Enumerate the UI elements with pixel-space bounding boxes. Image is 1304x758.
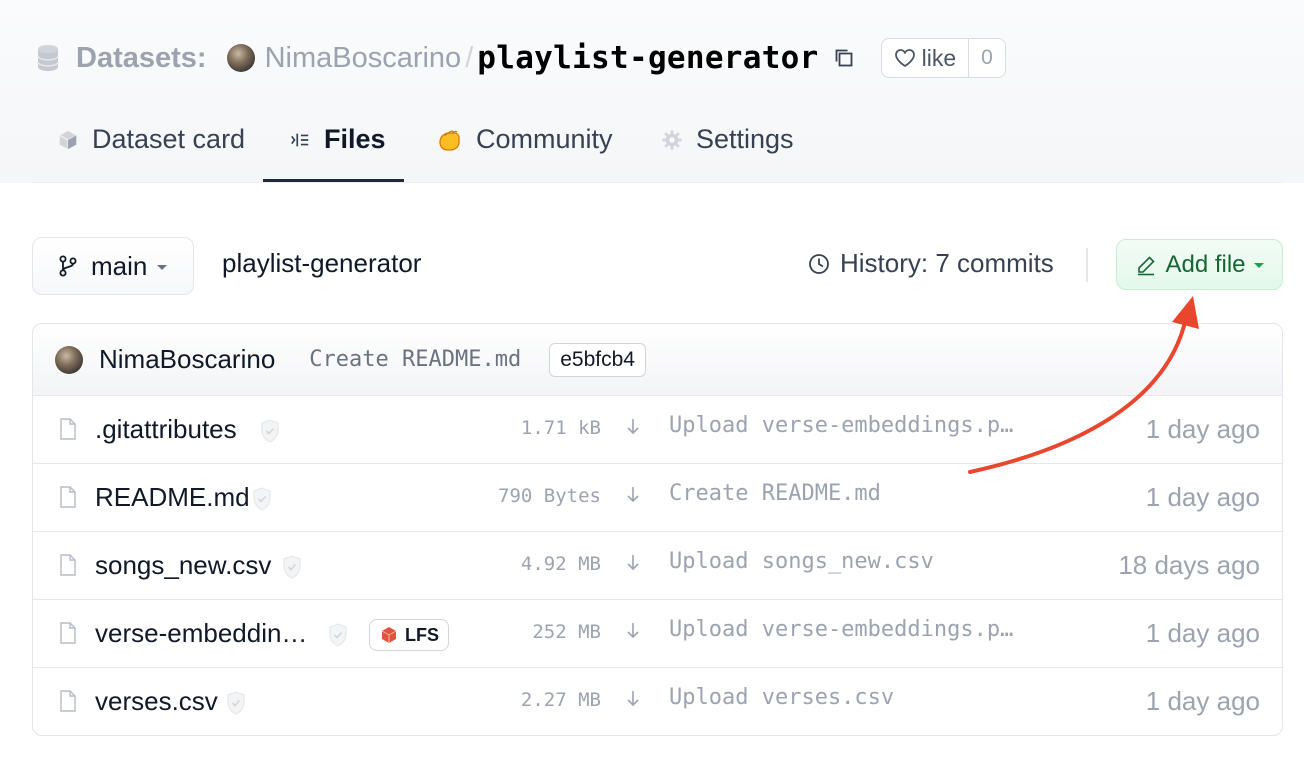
history-link[interactable]: History: 7 commits	[808, 248, 1054, 279]
commit-author-avatar[interactable]	[55, 345, 83, 374]
like-count[interactable]: 0	[968, 39, 1005, 77]
branch-selector[interactable]: main	[32, 237, 194, 295]
tab-dataset-card[interactable]: Dataset card	[56, 96, 264, 183]
commit-hash[interactable]: e5bfcb4	[549, 342, 646, 377]
commit-author[interactable]: NimaBoscarino	[99, 344, 275, 375]
file-name-link[interactable]: songs_new.csv	[95, 550, 271, 581]
owner-avatar[interactable]	[226, 44, 255, 72]
owner-link[interactable]: NimaBoscarino	[265, 42, 462, 75]
add-file-label: Add file	[1165, 250, 1246, 278]
repo-name-link[interactable]: playlist-generator	[477, 40, 818, 76]
download-icon[interactable]	[625, 416, 641, 438]
branch-icon	[59, 255, 77, 277]
last-modified-date: 1 day ago	[1145, 414, 1260, 444]
download-icon[interactable]	[625, 552, 641, 574]
last-commit-message[interactable]: Upload verses.csv	[669, 685, 1049, 710]
chevron-down-icon	[1253, 263, 1264, 268]
header-divider	[32, 182, 1282, 183]
last-modified-date: 1 day ago	[1145, 618, 1260, 648]
like-button[interactable]: like 0	[880, 38, 1006, 78]
last-commit-message[interactable]: Upload songs_new.csv	[669, 549, 1049, 574]
download-icon[interactable]	[625, 688, 641, 710]
branch-name: main	[91, 250, 148, 281]
history-label: History: 7 commits	[840, 248, 1054, 278]
path-breadcrumb[interactable]: playlist-generator	[222, 248, 421, 279]
files-icon	[288, 128, 312, 152]
file-size: 1.71 kB	[520, 417, 601, 439]
last-commit-message[interactable]: Upload verse-embeddings.p…	[669, 413, 1049, 438]
file-row[interactable]: README.md 790 Bytes Create README.md 1 day …	[33, 464, 1282, 532]
tab-settings[interactable]: Settings	[660, 96, 840, 183]
file-size: 790 Bytes	[498, 485, 601, 507]
cube-icon	[56, 128, 80, 152]
commit-message[interactable]: Create README.md	[309, 347, 521, 372]
tab-files[interactable]: Files	[288, 96, 428, 183]
tab-label: Settings	[696, 124, 794, 154]
file-icon	[60, 418, 76, 440]
file-icon	[60, 554, 76, 576]
tab-community[interactable]: Community	[436, 96, 660, 183]
shield-icon[interactable]	[259, 418, 281, 444]
file-icon	[60, 690, 76, 712]
file-row[interactable]: songs_new.csv 4.92 MB Upload songs_new.csv…	[33, 532, 1282, 600]
last-modified-date: 1 day ago	[1145, 686, 1260, 716]
last-commit-message[interactable]: Create README.md	[669, 481, 1049, 506]
file-name-link[interactable]: README.md	[95, 482, 250, 513]
shield-icon[interactable]	[225, 690, 247, 716]
toolbar-divider	[1086, 248, 1088, 282]
last-modified-date: 18 days ago	[1118, 550, 1260, 580]
file-name-link[interactable]: verse-embeddin…	[95, 618, 307, 649]
clock-icon	[809, 253, 829, 274]
download-icon[interactable]	[625, 484, 641, 506]
file-row[interactable]: verse-embeddin… LFS 252 MB Upload verse-emb…	[33, 600, 1282, 668]
lfs-icon	[381, 627, 397, 643]
shield-icon[interactable]	[327, 622, 349, 648]
chevron-down-icon	[157, 264, 168, 270]
tab-label: Community	[476, 124, 613, 154]
like-main[interactable]: like	[882, 39, 969, 77]
lfs-label: LFS	[405, 624, 439, 645]
breadcrumb-separator: /	[465, 41, 474, 74]
tab-label: Dataset card	[92, 124, 246, 154]
file-size: 252 MB	[532, 621, 601, 643]
repo-header: Datasets: NimaBoscarino / playlist-gener…	[0, 0, 1304, 183]
file-name-link[interactable]: .gitattributes	[95, 414, 237, 445]
shield-icon[interactable]	[281, 554, 303, 580]
pencil-icon	[1138, 255, 1156, 275]
like-label: like	[921, 44, 957, 71]
community-icon	[436, 128, 464, 152]
repo-tabs: Dataset card Files Community Settings	[56, 96, 840, 183]
heart-icon	[894, 49, 915, 68]
file-size: 4.92 MB	[520, 553, 601, 575]
copy-icon[interactable]	[833, 47, 855, 69]
shield-icon[interactable]	[251, 486, 273, 512]
title-row: Datasets: NimaBoscarino / playlist-gener…	[36, 36, 1006, 80]
file-icon	[60, 486, 76, 508]
tab-label: Files	[324, 124, 386, 154]
database-icon	[37, 45, 59, 71]
gear-icon	[660, 128, 684, 152]
file-row[interactable]: .gitattributes 1.71 kB Upload verse-embedd…	[33, 396, 1282, 464]
file-table: NimaBoscarino Create README.md e5bfcb4 .…	[32, 323, 1283, 736]
lfs-badge: LFS	[369, 619, 449, 651]
file-size: 2.27 MB	[520, 689, 601, 711]
last-commit-message[interactable]: Upload verse-embeddings.p…	[669, 617, 1049, 642]
file-list: .gitattributes 1.71 kB Upload verse-embedd…	[33, 396, 1282, 735]
file-row[interactable]: verses.csv 2.27 MB Upload verses.csv 1 day …	[33, 668, 1282, 735]
add-file-button[interactable]: Add file	[1116, 239, 1283, 290]
datasets-label[interactable]: Datasets:	[76, 42, 207, 75]
last-modified-date: 1 day ago	[1145, 482, 1260, 512]
last-commit-bar: NimaBoscarino Create README.md e5bfcb4	[33, 324, 1282, 396]
download-icon[interactable]	[625, 620, 641, 642]
file-name-link[interactable]: verses.csv	[95, 686, 218, 717]
file-icon	[60, 622, 76, 644]
